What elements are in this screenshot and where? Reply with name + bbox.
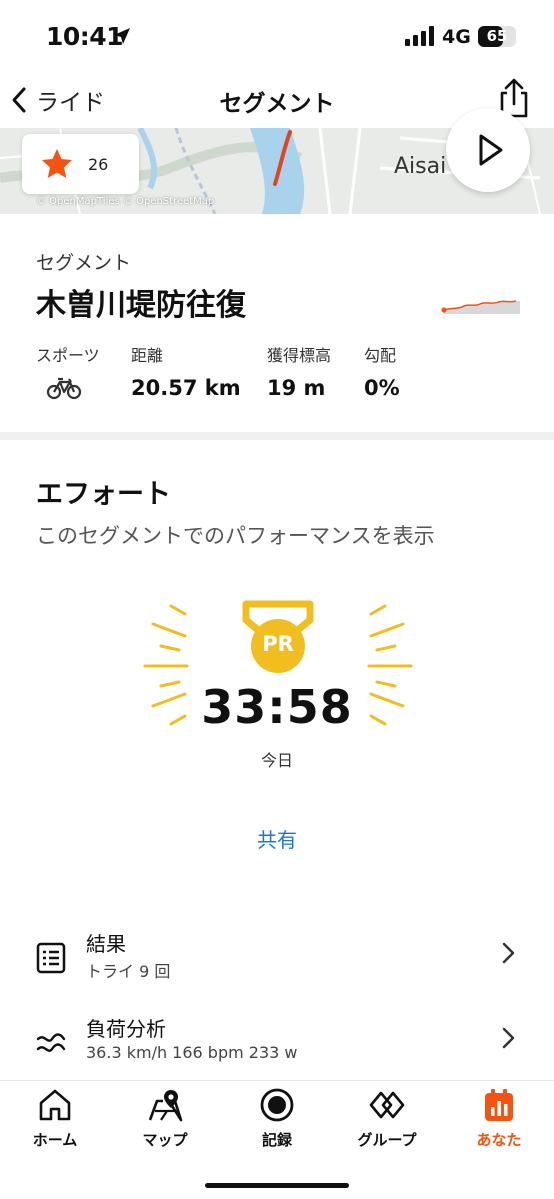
pr-date: 今日 [260, 751, 293, 770]
record-icon [260, 1088, 294, 1122]
tab-bar: ホーム マップ 記録 グループ あなた [0, 1080, 554, 1199]
segment-summary: セグメント 木曽川堤防往復 スポーツ 距離 20.57 km 獲得標高 19 m… [0, 214, 554, 432]
share-link[interactable]: 共有 [0, 824, 554, 853]
tab-home[interactable]: ホーム [0, 1087, 110, 1157]
star-count: 26 [88, 154, 109, 174]
stat-grade: 勾配 0% [364, 342, 400, 400]
tab-maps[interactable]: マップ [110, 1087, 220, 1157]
stat-value: 0% [364, 376, 400, 400]
stat-sport: スポーツ [36, 342, 100, 404]
segment-name: 木曽川堤防往復 [36, 288, 246, 323]
tab-groups[interactable]: グループ [332, 1087, 442, 1157]
map-attribution: © OpenMapTiles © OpenStreetMap [36, 196, 215, 207]
map-place-label: Aisai [394, 154, 447, 179]
pr-time: 33:58 [201, 680, 353, 734]
star-count-card[interactable]: 26 [22, 134, 139, 194]
tab-you[interactable]: あなた [444, 1087, 554, 1157]
tab-label: マップ [142, 1131, 188, 1149]
play-icon [479, 134, 503, 166]
home-icon [39, 1089, 71, 1121]
tab-label: ホーム [32, 1131, 78, 1149]
status-bar: 10:41 4G 65 [0, 0, 554, 72]
segment-screen: 10:41 4G 65 ライド セグメント 26 Aisai © OpenMap… [0, 0, 554, 1199]
map-icon [148, 1090, 183, 1122]
results-row[interactable]: 結果 トライ 9 回 [0, 928, 554, 1008]
chevron-right-icon [502, 942, 515, 964]
tab-label: 記録 [261, 1131, 292, 1149]
battery-icon: 65 [478, 26, 516, 47]
signal-bars-icon [405, 26, 434, 46]
row-title: 結果 [86, 932, 126, 956]
section-divider [0, 432, 554, 440]
tab-label: あなた [476, 1131, 522, 1149]
stat-value: 20.57 km [131, 376, 241, 400]
results-list-icon [36, 942, 66, 974]
battery-level: 65 [486, 27, 508, 45]
effort-subtitle: このセグメントでのパフォーマンスを表示 [36, 524, 435, 548]
bike-icon [46, 377, 82, 400]
row-subtitle: トライ 9 回 [86, 962, 171, 981]
stat-elevation-gain: 獲得標高 19 m [267, 342, 331, 400]
stat-label: 勾配 [364, 346, 397, 365]
groups-icon [369, 1091, 405, 1119]
you-icon [485, 1089, 513, 1121]
row-subtitle: 36.3 km/h 166 bpm 233 w [86, 1043, 298, 1062]
home-indicator [205, 1183, 349, 1188]
row-title: 負荷分析 [86, 1017, 166, 1041]
stat-distance: 距離 20.57 km [131, 342, 241, 400]
elevation-profile [441, 300, 520, 314]
network-type: 4G [442, 26, 471, 48]
tab-record[interactable]: 記録 [222, 1087, 332, 1157]
pulse-icon [36, 1033, 66, 1052]
play-button[interactable] [446, 108, 530, 192]
stat-label: 距離 [131, 346, 164, 365]
effort-title: エフォート [36, 479, 171, 510]
stat-value: 19 m [267, 376, 326, 400]
chevron-right-icon [502, 1027, 515, 1049]
location-arrow-icon [114, 28, 130, 44]
pr-badge-label: PR [262, 632, 294, 656]
stat-label: 獲得標高 [267, 346, 332, 365]
segment-kicker: セグメント [36, 252, 132, 274]
stat-label: スポーツ [36, 346, 100, 365]
star-icon [42, 149, 72, 178]
tab-label: グループ [357, 1131, 417, 1149]
